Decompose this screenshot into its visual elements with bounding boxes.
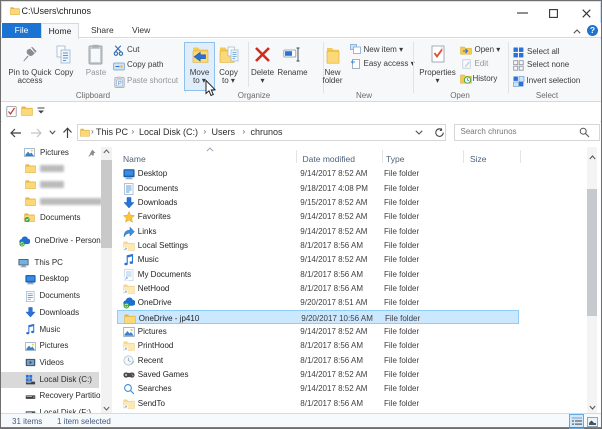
svg-text:P: P: [118, 81, 122, 87]
